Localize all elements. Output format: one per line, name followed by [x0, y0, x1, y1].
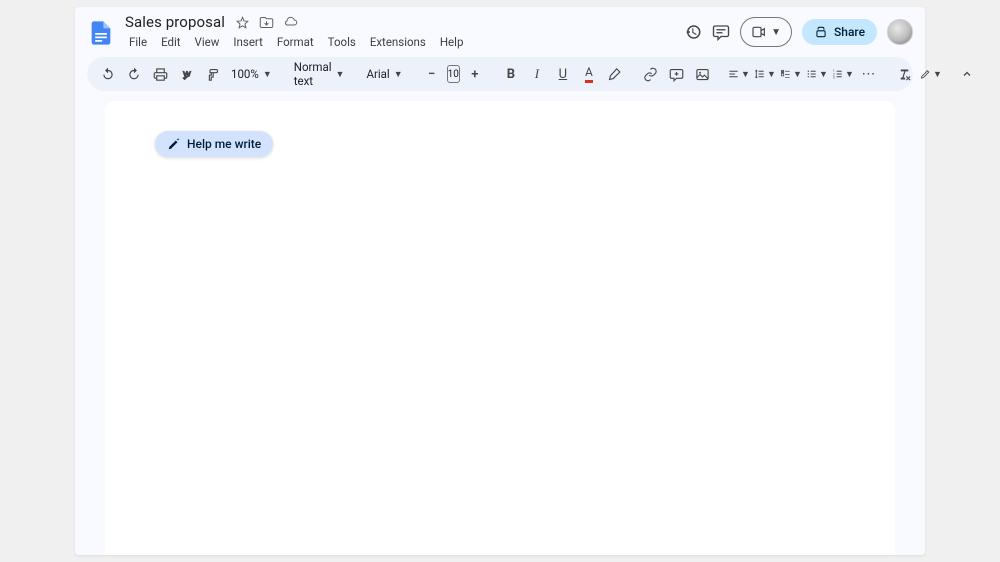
- chevron-down-icon: ▼: [741, 69, 750, 80]
- chevron-down-icon: ▼: [336, 69, 345, 80]
- bulleted-list-icon[interactable]: ▼: [806, 62, 828, 86]
- spellcheck-icon[interactable]: [175, 62, 197, 86]
- meet-button[interactable]: ▼: [740, 17, 792, 47]
- move-folder-icon[interactable]: [259, 14, 275, 30]
- toolbar: 100% ▼ Normal text ▼ Arial ▼ − 10 + B I U A…: [87, 57, 913, 91]
- menu-help[interactable]: Help: [434, 33, 470, 51]
- numbered-list-icon[interactable]: 123▼: [832, 62, 854, 86]
- share-button[interactable]: Share: [802, 19, 877, 45]
- titlebar: Sales proposal File Edit View Insert For…: [75, 7, 925, 51]
- svg-text:3: 3: [833, 76, 835, 80]
- add-comment-icon[interactable]: [666, 62, 688, 86]
- help-me-write-label: Help me write: [187, 137, 261, 151]
- undo-icon[interactable]: [97, 62, 119, 86]
- title-stack: Sales proposal File Edit View Insert For…: [123, 13, 469, 51]
- font-dropdown[interactable]: Arial ▼: [362, 67, 406, 81]
- menu-format[interactable]: Format: [271, 33, 320, 51]
- menu-extensions[interactable]: Extensions: [364, 33, 432, 51]
- menu-file[interactable]: File: [123, 33, 153, 51]
- increase-font-icon[interactable]: +: [464, 62, 486, 86]
- more-icon[interactable]: ⋯: [858, 62, 880, 86]
- decrease-font-icon[interactable]: −: [421, 62, 443, 86]
- checklist-icon[interactable]: ▼: [780, 62, 802, 86]
- editing-mode-icon[interactable]: ▼: [920, 62, 942, 86]
- menubar: File Edit View Insert Format Tools Exten…: [123, 33, 469, 51]
- chevron-down-icon: ▼: [845, 69, 854, 80]
- line-spacing-icon[interactable]: ▼: [754, 62, 776, 86]
- document-page[interactable]: Help me write: [105, 101, 895, 555]
- paragraph-style-dropdown[interactable]: Normal text ▼: [290, 60, 349, 88]
- chevron-down-icon: ▼: [819, 69, 828, 80]
- chevron-down-icon: ▼: [767, 69, 776, 80]
- cloud-status-icon[interactable]: [283, 14, 299, 30]
- font-size-input[interactable]: 10: [447, 65, 460, 83]
- comments-icon[interactable]: [712, 23, 730, 41]
- pencil-sparkle-icon: [167, 137, 181, 151]
- app-window: Sales proposal File Edit View Insert For…: [75, 7, 925, 555]
- font-value: Arial: [366, 67, 389, 81]
- docs-logo-icon[interactable]: [87, 15, 115, 51]
- zoom-value: 100%: [231, 67, 259, 81]
- chevron-down-icon: ▼: [933, 69, 942, 80]
- star-icon[interactable]: [235, 14, 251, 30]
- collapse-toolbar-icon[interactable]: [956, 62, 978, 86]
- history-icon[interactable]: [684, 23, 702, 41]
- avatar[interactable]: [887, 19, 913, 45]
- style-value: Normal text: [294, 60, 332, 88]
- menu-view[interactable]: View: [189, 33, 226, 51]
- bold-icon[interactable]: B: [500, 62, 522, 86]
- titlebar-right: ▼ Share: [684, 17, 913, 47]
- menu-insert[interactable]: Insert: [227, 33, 268, 51]
- help-me-write-button[interactable]: Help me write: [155, 131, 273, 157]
- share-label: Share: [834, 25, 865, 39]
- chevron-down-icon: ▼: [771, 27, 781, 38]
- underline-icon[interactable]: U: [552, 62, 574, 86]
- redo-icon[interactable]: [123, 62, 145, 86]
- clear-formatting-icon[interactable]: [894, 62, 916, 86]
- chevron-down-icon: ▼: [263, 69, 272, 80]
- canvas-area: Help me write: [75, 91, 925, 555]
- document-title[interactable]: Sales proposal: [123, 13, 227, 31]
- zoom-dropdown[interactable]: 100% ▼: [227, 67, 276, 81]
- paint-format-icon[interactable]: [201, 62, 223, 86]
- highlight-icon[interactable]: [604, 62, 626, 86]
- chevron-down-icon: ▼: [394, 69, 403, 80]
- italic-icon[interactable]: I: [526, 62, 548, 86]
- menu-edit[interactable]: Edit: [155, 33, 186, 51]
- title-row: Sales proposal: [123, 13, 469, 31]
- insert-link-icon[interactable]: [640, 62, 662, 86]
- insert-image-icon[interactable]: [692, 62, 714, 86]
- menu-tools[interactable]: Tools: [322, 33, 362, 51]
- align-icon[interactable]: ▼: [728, 62, 750, 86]
- chevron-down-icon: ▼: [793, 69, 802, 80]
- text-color-icon[interactable]: A: [578, 62, 600, 86]
- print-icon[interactable]: [149, 62, 171, 86]
